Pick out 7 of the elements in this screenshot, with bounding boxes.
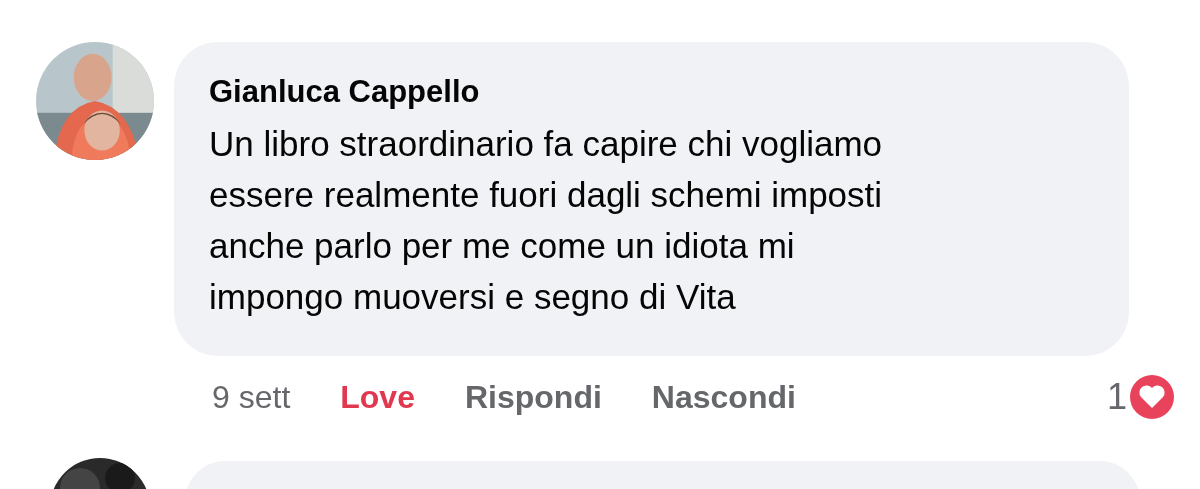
timestamp: 9 sett xyxy=(212,378,291,416)
reaction-link[interactable]: Love xyxy=(340,378,415,416)
reaction-count[interactable]: 1 xyxy=(1106,376,1127,418)
comment-text: Un libro straordinario fa capire chi vogliamo essere realmente fuori dagli schemi imposti anche parlo per me come un idiota mi impongo muoversi e segno di Vita xyxy=(209,123,884,318)
author-name[interactable]: Gianluca Cappello xyxy=(209,72,1094,112)
action-link[interactable]: Rispondi xyxy=(464,378,602,416)
action-link[interactable]: Nascondi xyxy=(651,378,796,416)
